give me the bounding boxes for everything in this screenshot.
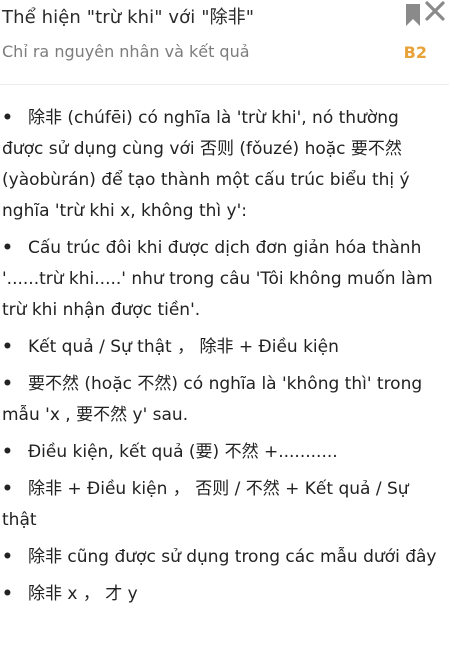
paragraph: • 要不然 (hoặc 不然) có nghĩa là 'không thì' t… <box>2 369 442 431</box>
paragraph-text: Cấu trúc đôi khi được dịch đơn giản hóa … <box>2 238 433 320</box>
bullet: • <box>2 337 13 357</box>
paragraph: • Điều kiện, kết quả (要) 不然 +........... <box>2 437 442 468</box>
paragraph-text: 除非 cũng được sử dụng trong các mẫu dưới … <box>28 547 437 567</box>
close-icon[interactable] <box>424 0 446 22</box>
bullet: • <box>2 374 13 394</box>
lesson-subtitle: Chỉ ra nguyên nhân và kết quả <box>2 42 250 61</box>
bullet: • <box>2 547 13 567</box>
paragraph-text: Kết quả / Sự thật ， 除非 + Điều kiện <box>28 337 339 357</box>
bullet: • <box>2 238 13 258</box>
paragraph-text: 除非 (chúfēi) có nghĩa là 'trừ khi', nó th… <box>2 108 410 221</box>
paragraph: • 除非 cũng được sử dụng trong các mẫu dưới… <box>2 542 442 573</box>
paragraph-text: 除非 x ， 才 y <box>28 584 138 604</box>
paragraph: • 除非 (chúfēi) có nghĩa là 'trừ khi', nó t… <box>2 103 442 227</box>
bullet: • <box>2 442 13 462</box>
lesson-header: Thể hiện "trừ khi" với "除非" Chỉ ra nguyê… <box>0 0 449 84</box>
paragraph: • 除非 + Điều kiện ， 否则 / 不然 + Kết quả / Sự… <box>2 474 442 536</box>
paragraph: • Kết quả / Sự thật ， 除非 + Điều kiện <box>2 332 442 363</box>
bookmark-icon[interactable] <box>405 4 421 26</box>
paragraph-text: Điều kiện, kết quả (要) 不然 +........... <box>28 442 338 462</box>
bullet: • <box>2 584 13 604</box>
level-badge: B2 <box>403 43 427 62</box>
bullet: • <box>2 479 13 499</box>
paragraph-text: 要不然 (hoặc 不然) có nghĩa là 'không thì' tr… <box>2 374 423 425</box>
paragraph: • Cấu trúc đôi khi được dịch đơn giản hóa… <box>2 233 442 326</box>
lesson-content: • 除非 (chúfēi) có nghĩa là 'trừ khi', nó t… <box>2 103 442 616</box>
paragraph-text: 除非 + Điều kiện ， 否则 / 不然 + Kết quả / Sự … <box>2 479 409 530</box>
bullet: • <box>2 108 13 128</box>
header-divider <box>0 84 449 85</box>
lesson-title: Thể hiện "trừ khi" với "除非" <box>2 7 255 28</box>
paragraph: • 除非 x ， 才 y <box>2 579 442 610</box>
